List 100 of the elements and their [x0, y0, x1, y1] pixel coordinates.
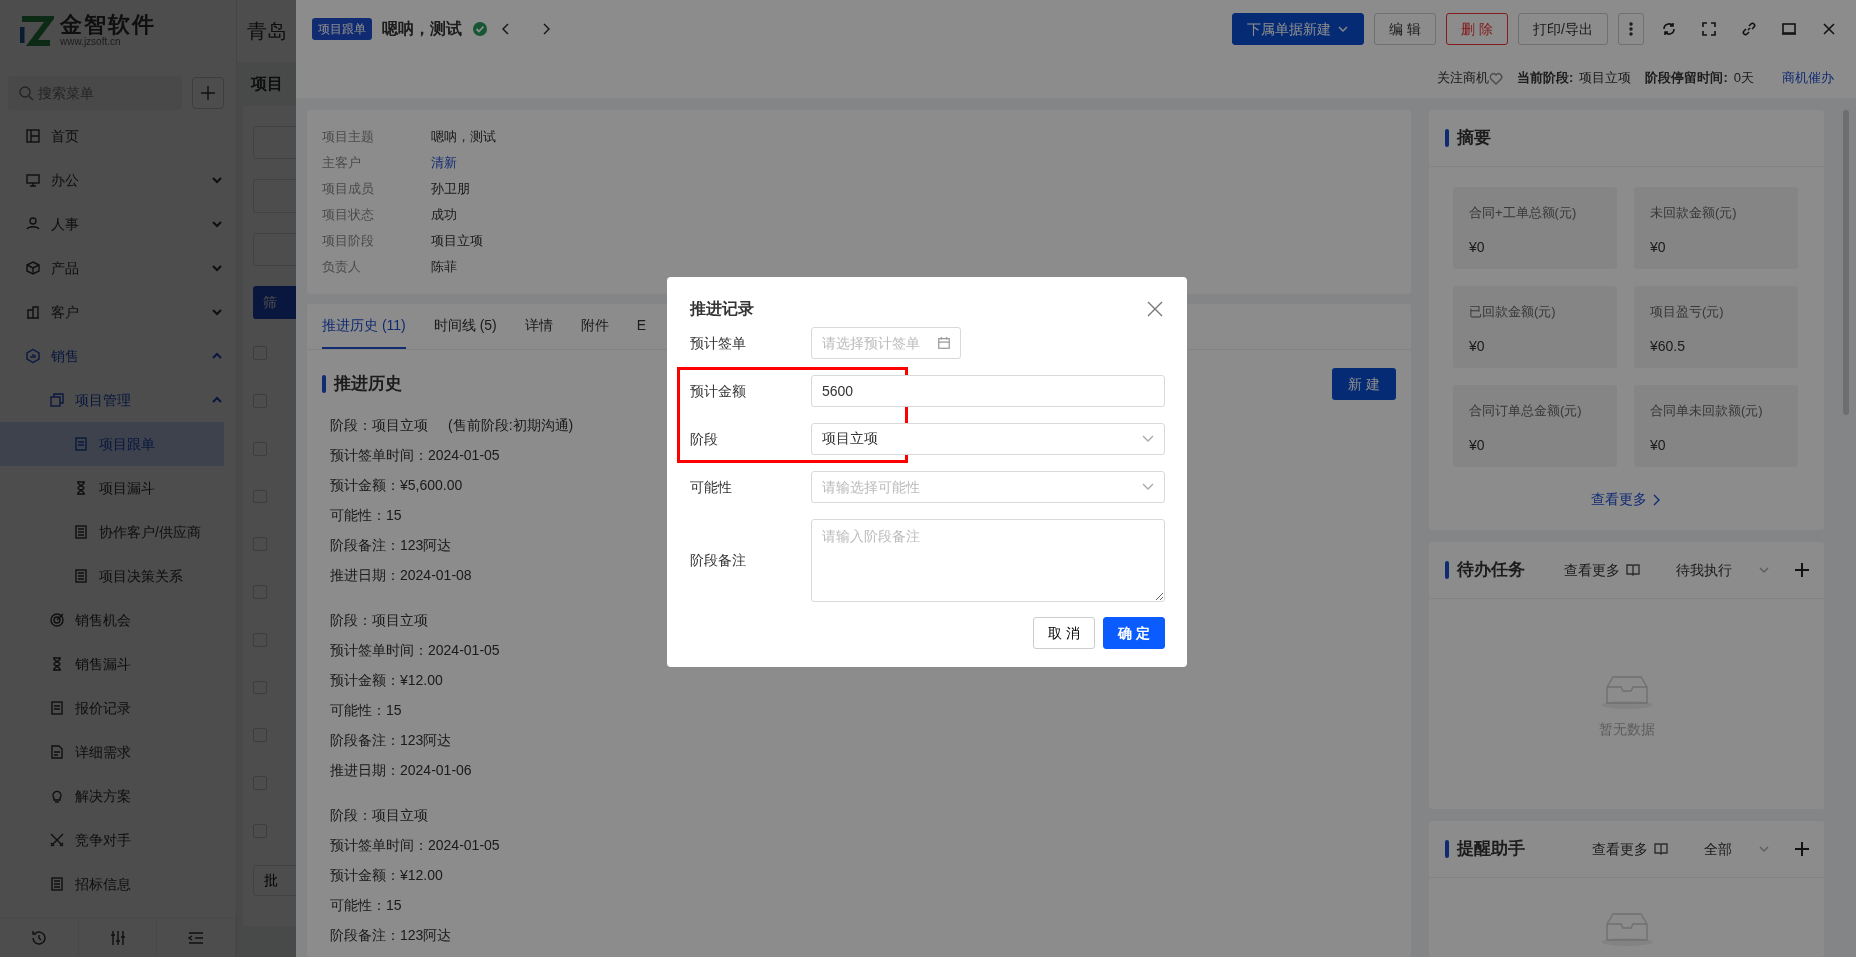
plus-icon[interactable]: [1794, 841, 1810, 857]
stat-value: ¥0: [1469, 336, 1486, 356]
list-icon: [73, 568, 89, 584]
stat-label: 项目盈亏(元): [1650, 303, 1725, 321]
person-icon: [25, 216, 41, 232]
urge-link[interactable]: 商机催办: [1782, 68, 1834, 88]
history-icon[interactable]: [29, 928, 48, 947]
menu-item[interactable]: 销售漏斗: [0, 642, 224, 686]
history-text: 阶段：项目立项: [330, 415, 428, 435]
book-icon: [1654, 842, 1668, 856]
new-button[interactable]: 新 建: [1332, 368, 1396, 400]
scrollbar[interactable]: [1843, 110, 1849, 415]
company-name: 青岛: [247, 19, 287, 44]
follow-link[interactable]: 关注商机: [1437, 68, 1504, 88]
menu-item[interactable]: 销售机会: [0, 598, 224, 642]
menu-item[interactable]: 详细需求: [0, 730, 224, 774]
more-link[interactable]: 查看更多: [1592, 838, 1668, 860]
menu-item[interactable]: 办公: [0, 158, 224, 202]
stat-label: 未回款金额(元): [1650, 204, 1738, 222]
search-icon: [18, 85, 34, 101]
kebab-icon: [1629, 22, 1633, 36]
refresh-icon[interactable]: [1661, 21, 1677, 37]
tab[interactable]: E: [636, 304, 647, 349]
stat-value: ¥0: [1650, 435, 1667, 455]
menu-item[interactable]: 项目决策关系: [0, 554, 224, 598]
select-field[interactable]: 请输选择可能性: [811, 471, 1165, 503]
menu-item[interactable]: 人事: [0, 202, 224, 246]
tab[interactable]: 详情: [524, 304, 553, 349]
menu-item[interactable]: 销售: [0, 334, 224, 378]
history-text: 预计签单时间：2024-01-05: [330, 445, 500, 465]
input-field[interactable]: 5600: [811, 375, 1165, 407]
filter-select[interactable]: 全部: [1704, 838, 1770, 860]
customer-link[interactable]: 清新: [431, 153, 457, 173]
more-link[interactable]: 查看更多: [1591, 489, 1662, 510]
menu-item[interactable]: 客户: [0, 290, 224, 334]
menu-item[interactable]: 产品: [0, 246, 224, 290]
menu-item[interactable]: 首页: [0, 114, 224, 158]
fullscreen-icon[interactable]: [1701, 21, 1717, 37]
document-icon: [49, 700, 65, 716]
file-icon: [49, 744, 65, 760]
action-button[interactable]: 打印/导出: [1518, 13, 1608, 45]
plus-icon: [199, 84, 217, 102]
history-text: 预计金额：¥5,600.00: [330, 475, 463, 495]
history-text: 预计金额：¥12.00: [330, 865, 443, 885]
field-value: 成功: [431, 206, 457, 225]
tab[interactable]: 推进历史 (11): [322, 304, 406, 349]
dropdown-button[interactable]: 下属单据新建: [1232, 13, 1365, 45]
stat-value: ¥0: [1650, 237, 1667, 257]
action-button[interactable]: 编 辑: [1374, 13, 1437, 45]
batch-button[interactable]: 批: [253, 864, 296, 896]
history-text: 推进日期：2024-01-06: [330, 760, 472, 780]
field-label: 阶段备注: [690, 551, 747, 570]
dialog-title: 推进记录: [690, 299, 754, 319]
layout-icon: [25, 128, 41, 144]
action-button[interactable]: 删 除: [1446, 13, 1509, 45]
close-icon: [1145, 299, 1165, 319]
filter-select[interactable]: 待我执行: [1676, 559, 1770, 581]
date-field[interactable]: 请选择预计签单: [811, 327, 961, 359]
cancel-button[interactable]: 取 消: [1033, 617, 1096, 649]
logo-icon: [20, 15, 54, 47]
history-text: 阶段：项目立项: [330, 805, 428, 825]
more-button[interactable]: [1618, 13, 1644, 45]
history-note: (售前阶段:初期沟通): [448, 415, 574, 435]
heart-icon: [1489, 71, 1504, 86]
menu-item[interactable]: 报价记录: [0, 686, 224, 730]
history-text: 预计金额：¥12.00: [330, 670, 443, 690]
page-title: 项目: [251, 75, 283, 92]
link-icon[interactable]: [1741, 21, 1757, 37]
select-field[interactable]: 项目立项: [811, 423, 1165, 455]
menu-item[interactable]: 竞争对手: [0, 818, 224, 862]
confirm-button[interactable]: 确 定: [1103, 617, 1165, 649]
field-label: 阶段: [690, 429, 719, 449]
menu-item[interactable]: 解决方案: [0, 774, 224, 818]
more-link[interactable]: 查看更多: [1564, 559, 1640, 581]
plus-icon[interactable]: [1794, 562, 1810, 578]
close-button[interactable]: [1145, 299, 1165, 319]
add-button[interactable]: [192, 77, 224, 109]
building-icon: [25, 304, 41, 320]
monitor-icon[interactable]: [1781, 21, 1797, 37]
tab[interactable]: 附件: [580, 304, 609, 349]
logo-name: 金智软件: [60, 14, 156, 36]
stage-value: 项目立项: [1579, 69, 1632, 88]
menu-item[interactable]: 协作客户/供应商: [0, 510, 224, 554]
history-text: 可能性：15: [330, 505, 402, 525]
history-text: 预计签单时间：2024-01-05: [330, 835, 500, 855]
textarea-field[interactable]: 请输入阶段备注: [811, 519, 1165, 602]
cube-icon: [25, 260, 41, 276]
field-label: 项目主题: [322, 128, 375, 147]
tab[interactable]: 时间线 (5): [433, 304, 497, 349]
stat-label: 合同单未回款额(元): [1650, 402, 1764, 420]
field-label: 预计签单: [690, 333, 747, 353]
stat-value: ¥0: [1469, 435, 1486, 455]
crossed-swords-icon: [49, 832, 65, 848]
card-title: 提醒助手: [1457, 838, 1525, 861]
sliders-icon[interactable]: [108, 928, 127, 947]
menu-item[interactable]: 项目漏斗: [0, 466, 224, 510]
dwell-label: 阶段停留时间:: [1645, 69, 1728, 88]
history-text: 预计签单时间：2024-01-05: [330, 640, 500, 660]
menu-item[interactable]: 项目管理: [0, 378, 224, 422]
close-icon[interactable]: [1821, 21, 1837, 37]
